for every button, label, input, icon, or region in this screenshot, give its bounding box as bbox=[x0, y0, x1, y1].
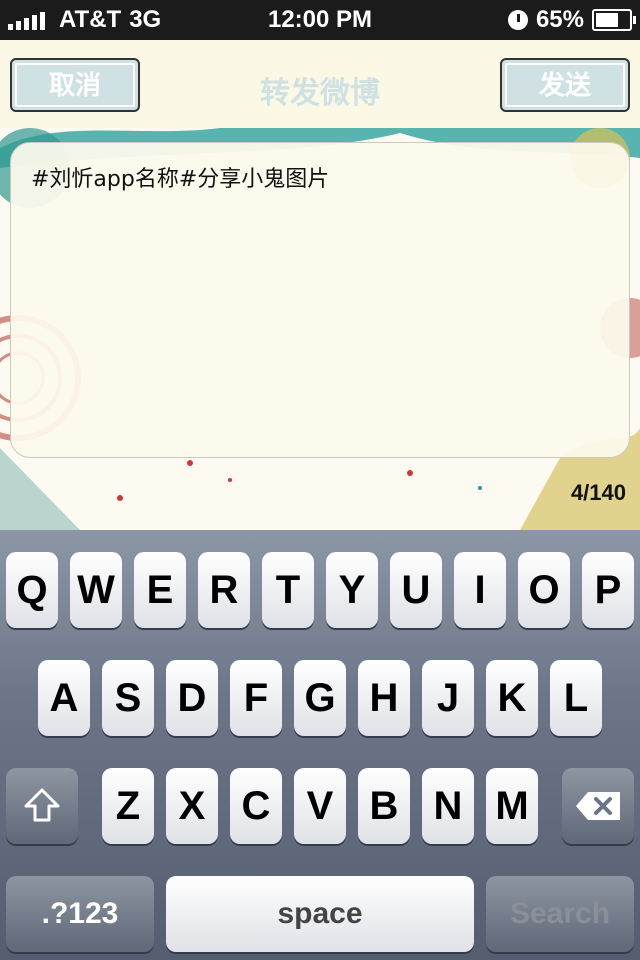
key-n[interactable]: N bbox=[422, 768, 474, 844]
key-g[interactable]: G bbox=[294, 660, 346, 736]
key-y[interactable]: Y bbox=[326, 552, 378, 628]
status-bar: AT&T 3G 12:00 PM 65% bbox=[0, 0, 640, 40]
keyboard: Q W E R T Y U I O P A S D F G H J K L Z … bbox=[0, 530, 640, 960]
key-r[interactable]: R bbox=[198, 552, 250, 628]
key-b[interactable]: B bbox=[358, 768, 410, 844]
battery-icon bbox=[592, 9, 636, 31]
key-t[interactable]: T bbox=[262, 552, 314, 628]
key-p[interactable]: P bbox=[582, 552, 634, 628]
key-e[interactable]: E bbox=[134, 552, 186, 628]
key-q[interactable]: Q bbox=[6, 552, 58, 628]
compose-text: #刘忻app名称#分享小鬼图片 bbox=[31, 167, 330, 192]
navigation-bar: 取消 转发微博 发送 bbox=[0, 40, 640, 128]
key-c[interactable]: C bbox=[230, 768, 282, 844]
compose-text-field[interactable]: #刘忻app名称#分享小鬼图片 bbox=[10, 142, 630, 458]
key-d[interactable]: D bbox=[166, 660, 218, 736]
battery-percent: 65% bbox=[535, 6, 584, 33]
key-s[interactable]: S bbox=[102, 660, 154, 736]
key-i[interactable]: I bbox=[454, 552, 506, 628]
key-m[interactable]: M bbox=[486, 768, 538, 844]
alarm-clock-icon bbox=[507, 10, 528, 30]
key-k[interactable]: K bbox=[486, 660, 538, 736]
key-w[interactable]: W bbox=[70, 552, 122, 628]
key-u[interactable]: U bbox=[390, 552, 442, 628]
send-button[interactable]: 发送 bbox=[500, 58, 630, 112]
key-v[interactable]: V bbox=[294, 768, 346, 844]
backspace-icon bbox=[576, 792, 620, 820]
numbers-key[interactable]: .?123 bbox=[6, 876, 154, 952]
character-counter: 4/140 bbox=[570, 480, 626, 505]
key-x[interactable]: X bbox=[166, 768, 218, 844]
compose-area: #刘忻app名称#分享小鬼图片 4/140 bbox=[0, 128, 640, 530]
shift-arrow-icon bbox=[24, 788, 60, 822]
key-z[interactable]: Z bbox=[102, 768, 154, 844]
key-f[interactable]: F bbox=[230, 660, 282, 736]
key-h[interactable]: H bbox=[358, 660, 410, 736]
key-a[interactable]: A bbox=[38, 660, 90, 736]
key-l[interactable]: L bbox=[550, 660, 602, 736]
space-key[interactable]: space bbox=[166, 876, 474, 952]
delete-key[interactable] bbox=[562, 768, 634, 844]
key-o[interactable]: O bbox=[518, 552, 570, 628]
key-j[interactable]: J bbox=[422, 660, 474, 736]
shift-key[interactable] bbox=[6, 768, 78, 844]
search-key[interactable]: Search bbox=[486, 876, 634, 952]
